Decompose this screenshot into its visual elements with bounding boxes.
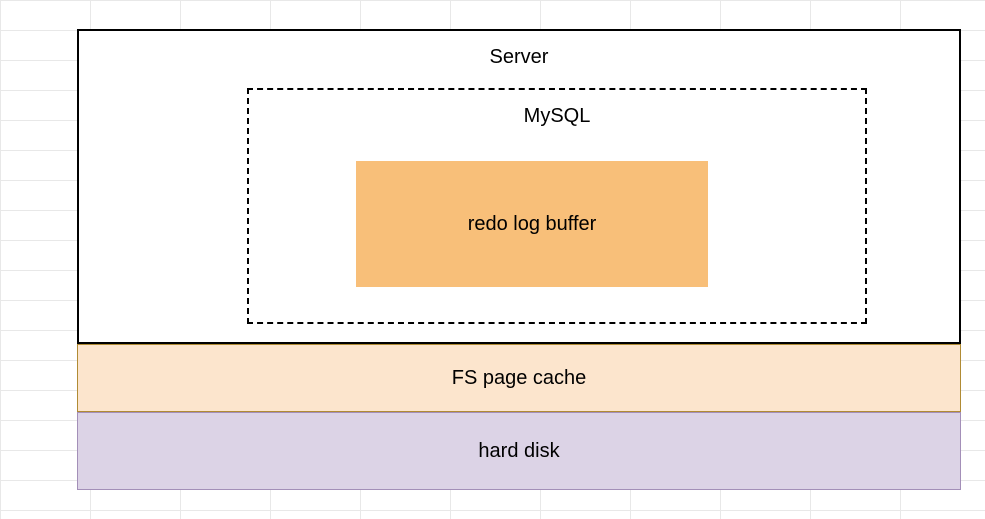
redo-log-buffer-label: redo log buffer: [468, 213, 597, 236]
redo-log-buffer-box: redo log buffer: [356, 161, 708, 287]
hard-disk-box: hard disk: [77, 412, 961, 490]
server-label: Server: [79, 46, 959, 69]
mysql-box: MySQL redo log buffer: [247, 88, 867, 324]
mysql-label: MySQL: [249, 105, 865, 128]
fs-page-cache-box: FS page cache: [77, 344, 961, 412]
hard-disk-label: hard disk: [478, 440, 559, 463]
server-box: Server MySQL redo log buffer: [77, 29, 961, 344]
diagram-container: Server MySQL redo log buffer FS page cac…: [77, 29, 961, 490]
fs-page-cache-label: FS page cache: [452, 367, 587, 390]
